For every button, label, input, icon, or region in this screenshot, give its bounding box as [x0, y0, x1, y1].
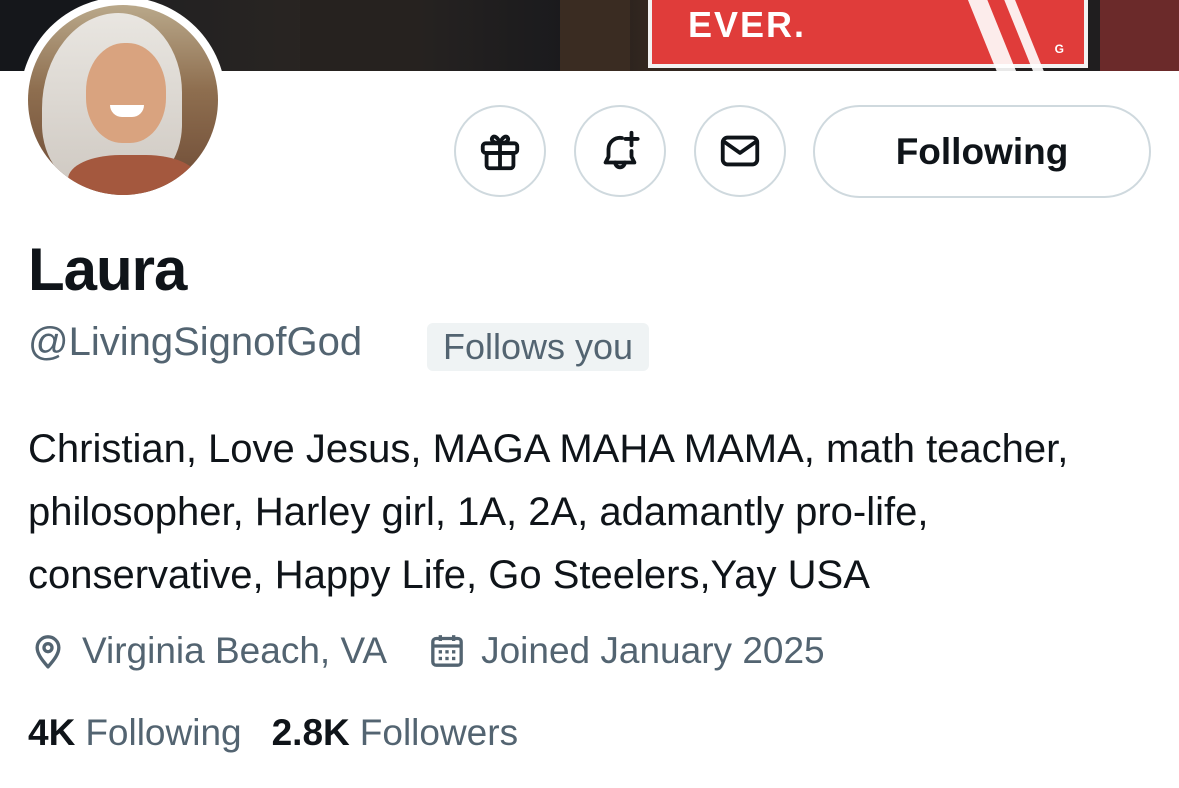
notifications-button[interactable]: [574, 105, 666, 197]
envelope-icon: [720, 135, 760, 167]
calendar-icon: [431, 635, 463, 667]
avatar-photo: [28, 5, 218, 195]
profile-meta: Virginia Beach, VA Joined January 2025: [28, 625, 825, 677]
gift-icon: [480, 134, 520, 171]
gift-button[interactable]: [454, 105, 546, 197]
following-button[interactable]: Following: [813, 105, 1151, 198]
following-label: Following: [85, 712, 242, 753]
bell-plus-icon: [603, 130, 640, 170]
banner-sign: EVER. G: [648, 0, 1088, 71]
followers-stat-link[interactable]: 2.8K Followers: [272, 712, 518, 754]
banner-sign-logo: G: [1054, 42, 1064, 56]
message-button[interactable]: [694, 105, 786, 197]
following-count: 4K: [28, 712, 76, 753]
follows-you-badge: Follows you: [427, 323, 650, 371]
followers-count: 2.8K: [271, 712, 350, 753]
joined-item: Joined January 2025: [427, 630, 825, 672]
display-name: Laura: [28, 236, 187, 303]
location-pin-icon: [35, 635, 61, 669]
follow-stats: 4K Following 2.8K Followers: [28, 712, 518, 754]
banner-sign-text: EVER.: [688, 4, 807, 45]
following-stat-link[interactable]: 4K Following: [28, 712, 242, 754]
location-item: Virginia Beach, VA: [28, 630, 387, 672]
location-text: Virginia Beach, VA: [82, 630, 388, 671]
joined-text: Joined January 2025: [481, 630, 825, 671]
followers-label: Followers: [359, 712, 519, 753]
profile-bio: Christian, Love Jesus, MAGA MAHA MAMA, m…: [28, 427, 1069, 597]
user-handle: @LivingSignofGod: [28, 320, 363, 364]
avatar[interactable]: [20, 0, 226, 203]
